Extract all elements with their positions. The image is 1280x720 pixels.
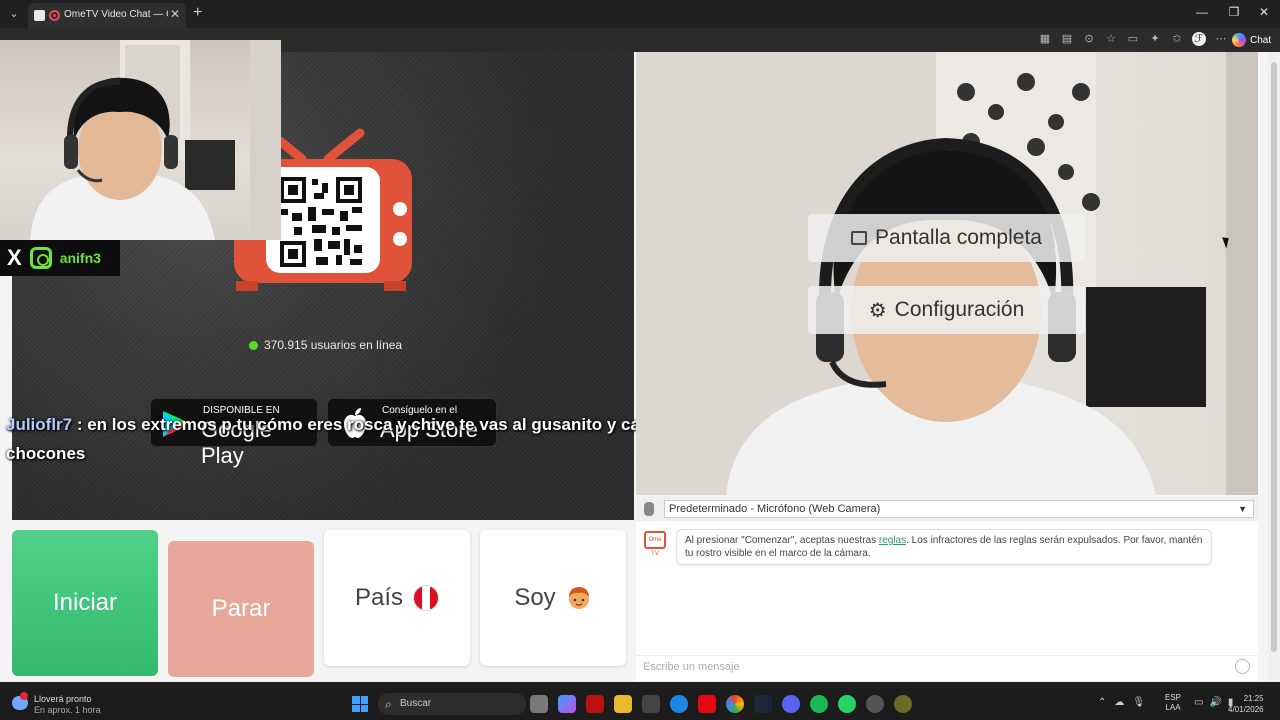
- steam-icon[interactable]: [754, 695, 772, 713]
- gender-button[interactable]: Soy: [480, 530, 626, 666]
- split-screen-icon[interactable]: ▦: [1038, 32, 1052, 46]
- online-count: 370.915 usuarios en línea: [264, 338, 403, 352]
- app-misc-icon[interactable]: [894, 695, 912, 713]
- clock-date: 4/01/2026: [1228, 705, 1264, 714]
- scrollbar-thumb[interactable]: [1271, 62, 1277, 652]
- new-tab-plus-icon[interactable]: +: [193, 4, 202, 22]
- language-line-2: LAA: [1165, 703, 1181, 712]
- discord-icon[interactable]: [782, 695, 800, 713]
- copilot-app-icon[interactable]: [558, 695, 576, 713]
- taskbar-search[interactable]: Buscar: [378, 693, 526, 715]
- message-input-placeholder: Escribe un mensaje: [643, 661, 740, 673]
- self-video: [636, 52, 1258, 495]
- whatsapp-icon[interactable]: [838, 695, 856, 713]
- tray-overflow-chevron-icon[interactable]: ⌃: [1098, 697, 1106, 708]
- ometv-logo-icon: Ome TV: [644, 531, 666, 557]
- microphone-select-value: Predeterminado - Micrófono (Web Camera): [669, 503, 881, 515]
- tab-title: OmeTV Video Chat — Omegl: [64, 9, 168, 20]
- x-logo-icon: X: [7, 245, 22, 270]
- rules-link[interactable]: reglas: [879, 535, 906, 546]
- favorites-icon[interactable]: ✩: [1170, 32, 1184, 46]
- webcam-person: [30, 40, 281, 240]
- browser-titlebar: ⌄ OmeTV Video Chat — Omegl ✕ + — ❐ ✕: [0, 0, 1280, 28]
- fullscreen-icon: [851, 231, 868, 245]
- immersive-reader-icon[interactable]: ▤: [1060, 32, 1074, 46]
- country-button[interactable]: País: [324, 530, 470, 666]
- gear-icon: ⚙: [868, 299, 887, 322]
- extensions-icon[interactable]: ✦: [1148, 32, 1162, 46]
- stream-chat-message: Julioflr7 : en los extremos p tu cómo er…: [6, 410, 726, 468]
- clock-time: 21:25: [1243, 694, 1264, 703]
- emoji-picker-icon[interactable]: [1235, 659, 1250, 674]
- copilot-icon: [1232, 33, 1246, 47]
- chat-button-label: Chat: [1250, 34, 1272, 46]
- stop-button[interactable]: Parar: [168, 541, 314, 677]
- self-video-scene: [636, 52, 1258, 495]
- windows-start-icon[interactable]: [352, 696, 368, 712]
- restore-icon[interactable]: ❐: [1224, 5, 1244, 19]
- netflix-icon[interactable]: [698, 695, 716, 713]
- online-users-indicator: 370.915 usuarios en línea: [249, 338, 402, 352]
- settings-more-icon[interactable]: ⋯: [1214, 32, 1228, 46]
- browser-tab[interactable]: OmeTV Video Chat — Omegl ✕: [28, 3, 186, 28]
- more-options-circle-icon[interactable]: ⊙: [1082, 32, 1096, 46]
- settings-button[interactable]: ⚙ Configuración: [808, 286, 1085, 334]
- edge-icon[interactable]: [670, 695, 688, 713]
- taskbar-search-label: Buscar: [400, 698, 432, 709]
- boy-emoji-icon: [568, 587, 589, 609]
- chrome-icon[interactable]: [726, 695, 744, 713]
- tab-favicon-icon: [34, 10, 45, 21]
- start-button[interactable]: Iniciar: [12, 530, 158, 676]
- windows-taskbar: Lloverá pronto En aprox. 1 hora Buscar ⌃…: [0, 688, 1280, 720]
- chat-message-text: : en los extremos p tu cómo eres rosca y…: [6, 415, 674, 463]
- dropdown-arrow-icon: ▼: [1238, 504, 1247, 514]
- microphone-icon: [644, 502, 654, 516]
- language-line-1: ESP: [1165, 693, 1182, 702]
- country-label: País: [354, 584, 404, 611]
- language-indicator[interactable]: ESP LAA: [1165, 693, 1181, 713]
- instagram-icon: [29, 247, 52, 269]
- display-icon[interactable]: ▭: [1194, 697, 1203, 708]
- microphone-bar: Predeterminado - Micrófono (Web Camera) …: [636, 497, 1258, 521]
- microphone-select[interactable]: Predeterminado - Micrófono (Web Camera) …: [664, 500, 1254, 518]
- cloud-icon[interactable]: ☁: [1114, 697, 1124, 708]
- online-dot-icon: [249, 340, 258, 350]
- peru-flag-icon: [413, 585, 440, 611]
- chat-username: Julioflr7: [6, 415, 73, 434]
- mic-tray-icon[interactable]: 🎙: [1132, 697, 1145, 708]
- start-label: Iniciar: [52, 589, 118, 616]
- store-icon[interactable]: [642, 695, 660, 713]
- camera-icon[interactable]: ▭: [1126, 32, 1140, 46]
- clock[interactable]: 21:25 4/01/2026: [1228, 693, 1264, 715]
- page-scrollbar[interactable]: [1268, 52, 1280, 682]
- stop-label: Parar: [211, 595, 271, 622]
- profile-avatar-icon[interactable]: ℱ: [1192, 32, 1206, 46]
- message-input[interactable]: Escribe un mensaje: [636, 655, 1258, 677]
- settings-label: Configuración: [894, 298, 1025, 321]
- weather-line-1: Lloverá pronto: [34, 694, 92, 704]
- recording-indicator-icon: [49, 10, 60, 21]
- task-view-icon[interactable]: [530, 695, 548, 713]
- minimize-icon[interactable]: —: [1192, 5, 1212, 19]
- volume-icon[interactable]: 🔊: [1209, 697, 1221, 708]
- gender-label: Soy: [514, 584, 556, 611]
- favorite-star-icon[interactable]: ☆: [1104, 32, 1118, 46]
- fullscreen-button[interactable]: Pantalla completa: [808, 214, 1085, 262]
- file-explorer-icon[interactable]: [614, 695, 632, 713]
- weather-line-2: En aprox. 1 hora: [34, 705, 101, 715]
- tab-close-icon[interactable]: ✕: [170, 7, 180, 21]
- copilot-chat-button[interactable]: Chat: [1232, 32, 1271, 48]
- streamer-webcam: [0, 40, 281, 240]
- tab-actions-chevron-icon[interactable]: ⌄: [6, 6, 22, 22]
- app-red-icon[interactable]: [586, 695, 604, 713]
- social-handle: anifn3: [59, 250, 101, 266]
- window-close-icon[interactable]: ✕: [1254, 5, 1274, 19]
- spotify-icon[interactable]: [810, 695, 828, 713]
- obs-icon[interactable]: [866, 695, 884, 713]
- weather-alert-badge: [20, 692, 28, 700]
- social-handle-banner: X anifn3: [0, 240, 120, 276]
- rules-notice: Al presionar "Comenzar", aceptas nuestra…: [676, 529, 1212, 565]
- fullscreen-label: Pantalla completa: [875, 226, 1042, 249]
- notice-text-before: Al presionar "Comenzar", aceptas nuestra…: [685, 535, 879, 546]
